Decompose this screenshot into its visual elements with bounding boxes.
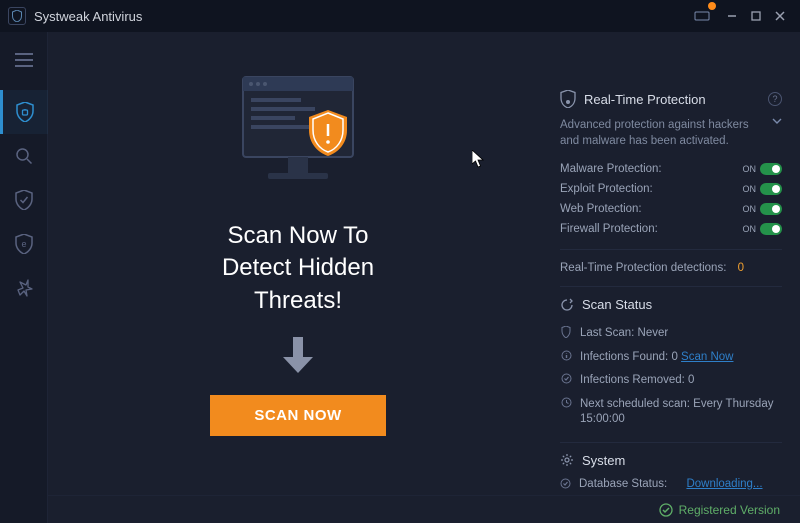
rtp-detections: Real-Time Protection detections: 0 (560, 260, 782, 276)
sidebar-item-quarantine[interactable]: e (0, 222, 48, 266)
titlebar: Systweak Antivirus (0, 0, 800, 32)
headline-l3: Threats! (222, 285, 374, 317)
check-circle-icon (560, 373, 572, 384)
check-circle-icon (560, 478, 571, 489)
info-icon (560, 350, 572, 361)
next-scan-row: Next scheduled scan: Every Thursday 15:0… (560, 393, 782, 432)
gear-icon (560, 453, 574, 467)
scan-status-title: Scan Status (560, 297, 782, 312)
system-title: System (560, 453, 782, 468)
right-panel: Real-Time Protection ? Advanced protecti… (548, 32, 800, 523)
database-status-value[interactable]: Downloading... (686, 478, 762, 490)
version-label: Registered Version (679, 503, 780, 517)
rtp-title: Real-Time Protection ? (560, 90, 782, 108)
rtp-advanced-toggle[interactable]: Advanced protection against hackers and … (560, 118, 782, 149)
protection-row: Malware Protection:ON (560, 159, 782, 179)
scan-now-button[interactable]: SCAN NOW (210, 395, 385, 436)
minimize-button[interactable] (720, 4, 744, 28)
headline-l2: Detect Hidden (222, 252, 374, 284)
chevron-down-icon (772, 118, 782, 124)
main-panel: Scan Now To Detect Hidden Threats! SCAN … (48, 32, 548, 523)
sidebar-item-tools[interactable] (0, 266, 48, 310)
sidebar-item-home[interactable] (0, 90, 48, 134)
exploit-toggle[interactable] (760, 183, 782, 195)
footer: Registered Version (48, 495, 800, 523)
firewall-toggle[interactable] (760, 223, 782, 235)
monitor-illustration (223, 72, 373, 202)
arrow-down-icon (283, 337, 313, 373)
protection-row: Web Protection:ON (560, 199, 782, 219)
protection-row: Exploit Protection:ON (560, 179, 782, 199)
sidebar-item-protection[interactable] (0, 178, 48, 222)
headline-l1: Scan Now To (222, 220, 374, 252)
clock-icon (560, 397, 572, 408)
database-status-row: Database Status: Downloading... (560, 478, 782, 490)
headline: Scan Now To Detect Hidden Threats! (222, 220, 374, 317)
web-toggle[interactable] (760, 203, 782, 215)
sidebar: e (0, 32, 48, 523)
upgrade-icon[interactable] (690, 4, 714, 28)
refresh-icon (560, 298, 574, 312)
check-circle-icon (659, 503, 673, 517)
svg-text:e: e (21, 239, 26, 249)
sidebar-item-scan[interactable] (0, 134, 48, 178)
menu-button[interactable] (0, 38, 48, 82)
protection-row: Firewall Protection:ON (560, 219, 782, 239)
mouse-cursor (472, 150, 486, 168)
infections-removed-row: Infections Removed: 0 (560, 369, 782, 393)
infections-found-row: Infections Found: 0 Scan Now (560, 346, 782, 370)
help-icon[interactable]: ? (768, 92, 782, 106)
last-scan-row: Last Scan: Never (560, 322, 782, 346)
app-title: Systweak Antivirus (34, 9, 142, 24)
shield-small-icon (560, 326, 572, 338)
app-logo-icon (8, 7, 26, 25)
close-button[interactable] (768, 4, 792, 28)
shield-icon (560, 90, 576, 108)
malware-toggle[interactable] (760, 163, 782, 175)
scan-now-link[interactable]: Scan Now (681, 351, 733, 363)
maximize-button[interactable] (744, 4, 768, 28)
